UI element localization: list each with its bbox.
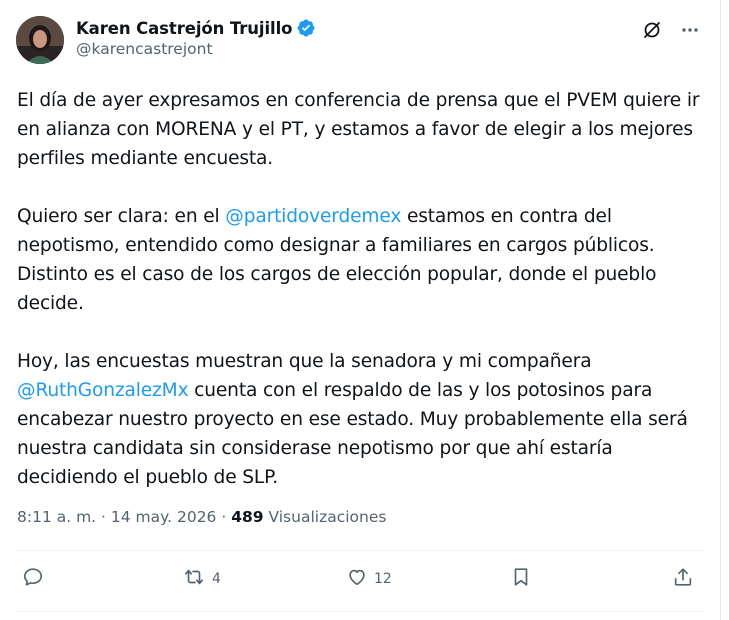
like-icon (346, 566, 368, 592)
share-button[interactable] (672, 566, 694, 592)
tweet-text: Hoy, las encuestas muestran que la senad… (17, 351, 592, 372)
author-handle[interactable]: @karencastrejont (76, 40, 316, 58)
verified-badge-icon (296, 18, 316, 38)
author-block: Karen Castrejón Trujillo @karencastrejon… (76, 18, 316, 58)
mention-link[interactable]: @RuthGonzalezMx (17, 380, 189, 401)
repost-icon (182, 566, 206, 592)
tweet-actions: 4 12 (22, 566, 702, 598)
avatar-image (16, 16, 64, 64)
divider (16, 611, 704, 612)
mention-link[interactable]: @partidoverdemex (225, 206, 401, 227)
avatar[interactable] (16, 16, 64, 64)
grok-icon[interactable] (642, 20, 662, 40)
tweet-header: Karen Castrejón Trujillo @karencastrejon… (16, 14, 704, 68)
author-name[interactable]: Karen Castrejón Trujillo (76, 19, 292, 38)
divider (16, 550, 704, 551)
tweet-paragraph: Quiero ser clara: en el @partidoverdemex… (17, 202, 707, 318)
views-label: Visualizaciones (263, 508, 387, 526)
tweet-body: El día de ayer expresamos en conferencia… (17, 86, 707, 521)
tweet-text: Quiero ser clara: en el (17, 206, 226, 227)
views-count: 489 (231, 508, 264, 526)
tweet-paragraph: El día de ayer expresamos en conferencia… (17, 86, 707, 173)
tweet-paragraph: Hoy, las encuestas muestran que la senad… (17, 347, 707, 492)
share-icon (672, 566, 694, 592)
tweet-meta: 8:11 a. m. · 14 may. 2026 · 489 Visualiz… (17, 508, 386, 526)
tweet-card: Karen Castrejón Trujillo @karencastrejon… (0, 0, 721, 620)
tweet-time[interactable]: 8:11 a. m. (17, 508, 96, 526)
tweet-date[interactable]: 14 may. 2026 (111, 508, 217, 526)
like-count: 12 (374, 571, 392, 587)
like-button[interactable]: 12 (346, 566, 392, 592)
repost-button[interactable]: 4 (182, 566, 221, 592)
more-icon[interactable] (680, 20, 700, 40)
reply-icon (22, 566, 44, 592)
repost-count: 4 (212, 571, 221, 587)
meta-separator: · (96, 508, 111, 526)
tweet-text: El día de ayer expresamos en conferencia… (17, 90, 700, 169)
reply-button[interactable] (22, 566, 50, 592)
meta-separator: · (216, 508, 232, 526)
bookmark-icon (510, 566, 532, 592)
bookmark-button[interactable] (510, 566, 538, 592)
header-actions (642, 20, 700, 40)
